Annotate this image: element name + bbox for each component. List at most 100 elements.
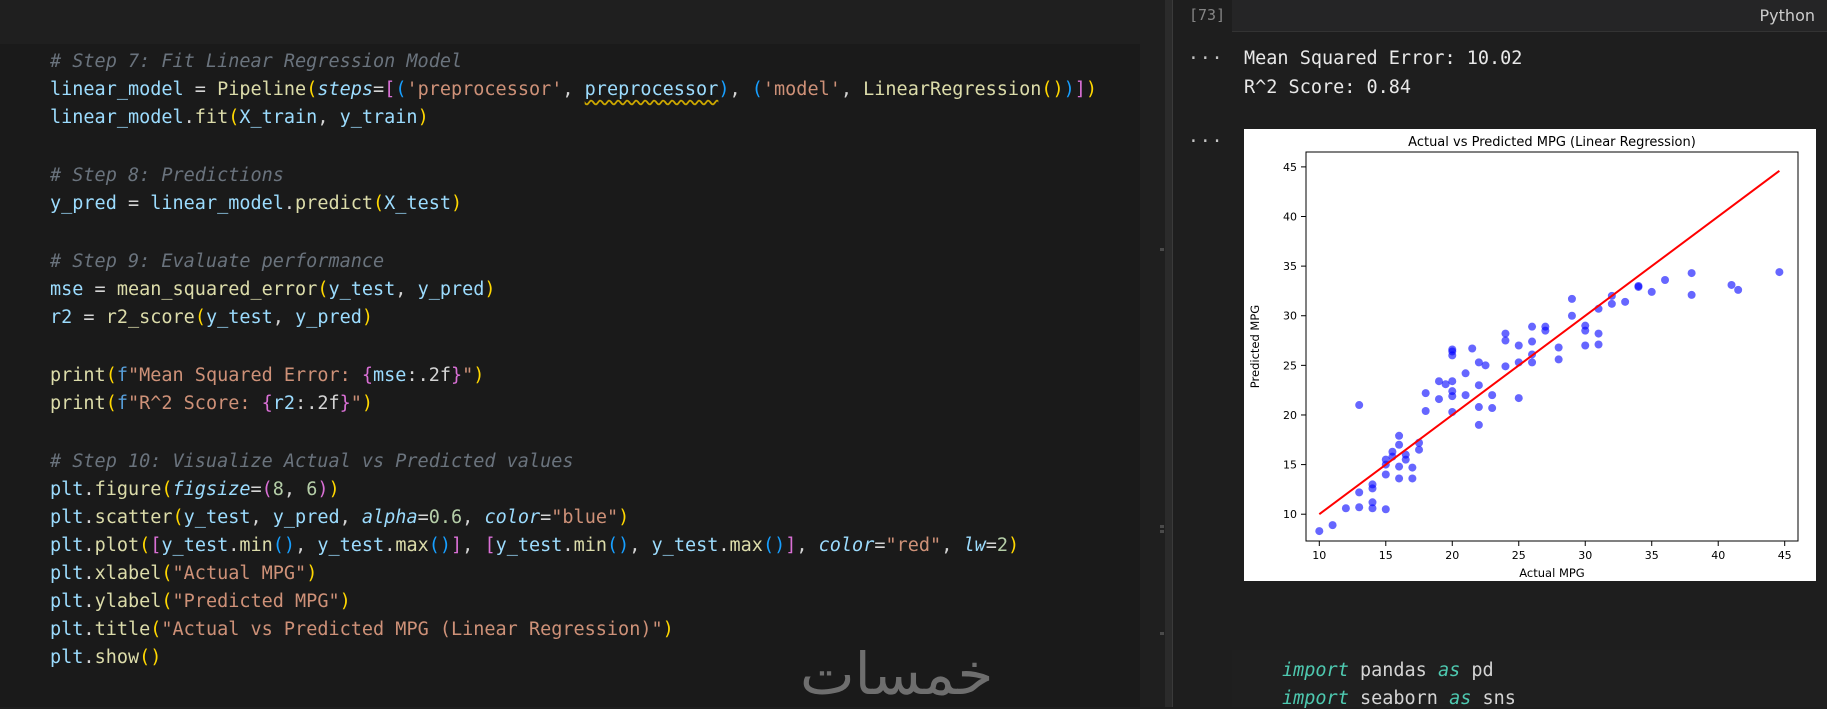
data-point <box>1647 287 1656 296</box>
editor-scrollbar[interactable] <box>1140 0 1165 707</box>
scroll-marker <box>1160 248 1164 251</box>
code-token: :.2f <box>406 365 452 386</box>
data-point <box>1355 401 1364 410</box>
code-token: , <box>941 535 964 556</box>
code-token: "Mean Squared Error: <box>127 365 362 386</box>
data-point <box>1448 377 1457 386</box>
code-token: scatter <box>94 507 173 528</box>
code-line: r2 = r2_score(y_test, y_pred) <box>50 305 373 331</box>
output-more-icon[interactable]: ··· <box>1188 131 1224 152</box>
data-point <box>1474 403 1483 412</box>
code-token: ( <box>373 193 385 214</box>
code-token: ) <box>361 307 374 328</box>
code-token: y_test <box>328 279 396 300</box>
code-token: ) <box>306 563 318 584</box>
data-point <box>1727 280 1736 289</box>
data-point <box>1328 521 1337 530</box>
data-point <box>1775 268 1784 277</box>
data-point <box>1621 297 1630 306</box>
data-point <box>1355 503 1364 512</box>
code-token: . <box>384 535 396 556</box>
code-token: plt <box>50 619 84 640</box>
data-point <box>1461 391 1470 400</box>
code-line: plt.figure(figsize=(8, 6)) <box>50 477 340 503</box>
code-token: 6 <box>306 479 318 500</box>
code-token: y_test <box>651 535 719 556</box>
data-point <box>1528 358 1537 367</box>
code-token: plt <box>50 535 84 556</box>
next-code-cell[interactable]: import pandas as pd import seaborn as sn… <box>1232 650 1827 709</box>
data-point <box>1581 341 1590 350</box>
code-token: ) <box>450 193 463 214</box>
code-line: import pandas as pd <box>1282 660 1494 681</box>
code-token: ( <box>150 619 162 640</box>
code-token: title <box>94 619 151 640</box>
y-tick-label: 25 <box>1283 359 1297 372</box>
code-token: { <box>361 365 374 386</box>
code-token: y_test <box>183 507 251 528</box>
code-token: plt <box>50 591 84 612</box>
code-token: ) <box>618 507 630 528</box>
x-tick-label: 15 <box>1379 549 1393 562</box>
code-token: , <box>462 507 485 528</box>
code-token: ( <box>139 535 151 556</box>
data-point <box>1461 369 1470 378</box>
code-token: () <box>762 535 786 556</box>
code-token: y_pred <box>417 279 485 300</box>
scroll-marker <box>1160 525 1164 528</box>
code-token: ) <box>1063 79 1075 100</box>
data-point <box>1594 340 1603 349</box>
scroll-marker <box>1160 530 1164 533</box>
code-token: xlabel <box>94 563 162 584</box>
code-token: r2 <box>272 393 296 414</box>
code-token: () <box>1041 79 1064 100</box>
alias-name: sns <box>1471 688 1516 709</box>
data-point <box>1381 505 1390 514</box>
data-point <box>1687 269 1696 278</box>
code-token: . <box>718 535 730 556</box>
data-point <box>1514 341 1523 350</box>
code-token: ] <box>785 535 797 556</box>
code-token: , <box>729 79 752 100</box>
y-tick-label: 30 <box>1283 310 1297 323</box>
output-more-icon[interactable]: ··· <box>1188 48 1224 69</box>
code-token: "Actual MPG" <box>172 563 307 584</box>
code-token: ) <box>473 365 485 386</box>
code-token: f <box>116 393 128 414</box>
code-token: = <box>250 479 262 500</box>
code-token: { <box>261 393 273 414</box>
y-tick-label: 15 <box>1283 459 1297 472</box>
code-token: color <box>484 507 541 528</box>
editor-top-bar <box>0 0 1165 44</box>
code-token: , <box>395 279 418 300</box>
code-token: r2 <box>50 307 73 328</box>
data-point <box>1594 329 1603 338</box>
code-token: max <box>395 535 429 556</box>
data-point <box>1468 344 1477 353</box>
code-token: , <box>629 535 652 556</box>
code-line: print(f"R^2 Score: {r2:.2f}") <box>50 391 373 417</box>
code-token: ] <box>1074 79 1086 100</box>
chart-title: Actual vs Predicted MPG (Linear Regressi… <box>1408 135 1696 150</box>
panel-divider[interactable] <box>1165 0 1172 707</box>
x-tick-label: 45 <box>1778 549 1792 562</box>
code-line: # Step 10: Visualize Actual vs Predicted… <box>50 449 573 475</box>
code-token: linear_model <box>150 193 284 214</box>
code-token: , <box>796 535 819 556</box>
code-token: f <box>116 365 128 386</box>
code-token: ( <box>172 507 184 528</box>
mse-output: Mean Squared Error: 10.02 <box>1244 48 1523 69</box>
code-token: y_pred <box>295 307 362 328</box>
alias-name: pd <box>1460 660 1494 681</box>
code-token: ) <box>718 79 730 100</box>
code-token: print <box>50 365 106 386</box>
code-token: = <box>417 507 429 528</box>
data-point <box>1355 488 1364 497</box>
module-name: pandas <box>1348 660 1438 681</box>
code-token: mse <box>50 279 84 300</box>
language-label[interactable]: Python <box>1760 6 1815 25</box>
data-point <box>1661 276 1670 285</box>
code-token: } <box>339 393 351 414</box>
code-token: , <box>250 507 273 528</box>
y-tick-label: 20 <box>1283 409 1297 422</box>
